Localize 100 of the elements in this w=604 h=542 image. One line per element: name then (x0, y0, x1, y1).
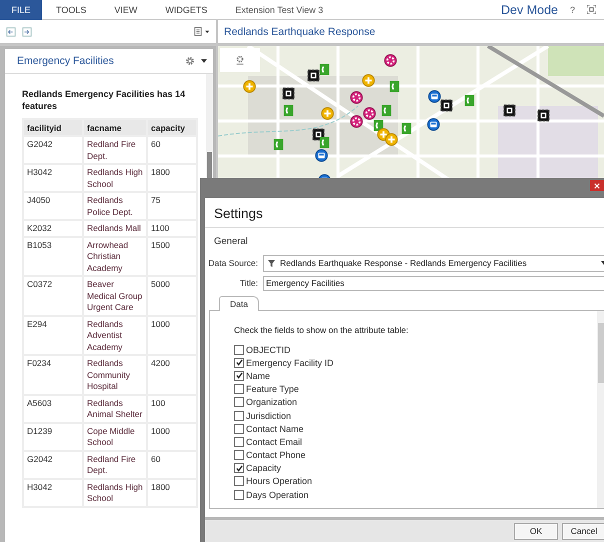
menu-tab[interactable]: TOOLS (42, 0, 100, 20)
table-cell: Redlands Police Dept. (83, 192, 147, 220)
checkbox-label: OBJECTID (246, 344, 291, 355)
checkbox[interactable] (234, 436, 244, 447)
checkbox[interactable] (234, 397, 244, 408)
table-cell: 75 (147, 192, 197, 220)
checkbox-label: Organization (246, 397, 298, 408)
title-field[interactable]: Emergency Facilities (263, 276, 604, 290)
field-label: Title: (238, 278, 258, 288)
ring-marker-icon[interactable] (350, 91, 363, 104)
table-cell: Redlands High School (83, 164, 147, 192)
close-button[interactable] (590, 180, 604, 191)
tab[interactable]: Data (219, 296, 259, 311)
table-cell: 4200 (147, 355, 197, 394)
field-label: Data Source: (207, 258, 258, 268)
cancel-button[interactable]: Cancel (562, 522, 604, 540)
instruction-text: Check the fields to show on the attribute table: (234, 325, 410, 335)
table-cell: 1500 (147, 236, 197, 276)
table-cell: G2042 (23, 450, 83, 478)
checkbox[interactable] (234, 384, 244, 394)
checkbox[interactable] (234, 358, 244, 368)
section-label: General (213, 235, 249, 249)
settings-icon[interactable] (185, 56, 195, 66)
plus-marker-icon[interactable] (243, 80, 256, 93)
square-marker-icon[interactable] (440, 99, 453, 112)
table-cell: G2042 (23, 136, 83, 164)
table-cell: Redland Fire Dept. (83, 450, 147, 478)
square-marker-icon[interactable] (503, 104, 516, 117)
menu-tab[interactable]: FILE (0, 0, 42, 20)
checkbox-label: Capacity (246, 463, 282, 474)
checkbox[interactable] (234, 450, 244, 460)
checkbox[interactable] (234, 424, 244, 434)
column-header: facname (83, 119, 147, 136)
square-marker-icon[interactable] (537, 109, 550, 122)
square-marker-icon[interactable] (307, 69, 320, 82)
menu-tab[interactable]: WIDGETS (151, 0, 222, 20)
column-header: capacity (147, 119, 197, 136)
table-cell: 60 (147, 450, 197, 478)
checkbox-label: Jurisdiction (246, 410, 292, 421)
table-cell: H3042 (23, 164, 83, 192)
table-cell: D1239 (23, 422, 83, 450)
checkbox[interactable] (234, 344, 244, 355)
column-header: facilityid (23, 119, 83, 136)
ring-marker-icon[interactable] (384, 54, 397, 67)
gear-icon (235, 55, 245, 65)
mode-link[interactable]: Dev Mode (501, 2, 558, 16)
caret-icon[interactable] (201, 59, 207, 63)
close-icon (594, 182, 600, 188)
ok-button[interactable]: OK (514, 522, 558, 540)
bus-marker-icon[interactable] (315, 149, 328, 162)
checkbox-label: Name (246, 370, 270, 381)
table-cell: Redlands Mall (83, 220, 147, 236)
collapse-icon[interactable] (6, 26, 16, 36)
table-cell: J4050 (23, 192, 83, 220)
checkbox[interactable] (234, 476, 244, 486)
table-cell: Redlands Community Hospital (83, 355, 147, 394)
scrollbar[interactable] (597, 311, 604, 508)
fullscreen-icon[interactable] (587, 5, 596, 14)
bus-marker-icon[interactable] (427, 118, 440, 131)
table-cell: Redland Fire Dept. (83, 136, 147, 164)
table-cell: Redlands Animal Shelter (83, 394, 147, 422)
checkbox[interactable] (234, 490, 244, 500)
table-cell: A5603 (23, 394, 83, 422)
table-cell: 1800 (147, 164, 197, 192)
table-cell: 60 (147, 136, 197, 164)
menu-tab[interactable]: VIEW (100, 0, 152, 20)
table-cell: Cope Middle School (83, 422, 147, 450)
plus-marker-icon[interactable] (321, 107, 334, 120)
checkbox-label: Feature Type (246, 384, 299, 394)
checkbox-label: Days Operation (246, 490, 309, 500)
table-heading: Redlands Emergency Facilities has 14 features (22, 88, 186, 112)
bus-marker-icon[interactable] (428, 90, 441, 103)
table-cell: E294 (23, 316, 83, 355)
table-cell: 1100 (147, 220, 197, 236)
table-cell: B1053 (23, 236, 83, 276)
plus-marker-icon[interactable] (362, 74, 375, 87)
checkbox[interactable] (234, 463, 244, 474)
layout-dropdown-icon[interactable] (194, 26, 210, 37)
checkbox[interactable] (234, 410, 244, 421)
table-cell: 5000 (147, 276, 197, 316)
table-cell: F0234 (23, 355, 83, 394)
panel-title: Emergency Facilities (17, 55, 115, 67)
checkbox-label: Hours Operation (246, 476, 312, 486)
view-name: Extension Test View 3 (235, 4, 324, 14)
help-button[interactable]: ? (570, 4, 575, 14)
ring-marker-icon[interactable] (363, 107, 376, 120)
ring-marker-icon[interactable] (350, 115, 363, 128)
table-cell: Arrowhead Christian Academy (83, 236, 147, 276)
table-cell: 1000 (147, 316, 197, 355)
checkbox[interactable] (234, 370, 244, 381)
square-marker-icon[interactable] (282, 87, 295, 100)
plus-marker-icon[interactable] (385, 133, 398, 146)
table-cell: K2032 (23, 220, 83, 236)
checkbox-label: Contact Name (246, 424, 304, 434)
checkbox-label: Contact Email (246, 436, 302, 447)
table-cell: 1800 (147, 478, 197, 506)
expand-icon[interactable] (22, 26, 32, 36)
dialog-title: Settings (205, 198, 604, 228)
data-source-dropdown[interactable]: Redlands Earthquake Response - Redlands Emergency Facilities (263, 254, 604, 272)
checkbox-label: Emergency Facility ID (246, 358, 334, 368)
